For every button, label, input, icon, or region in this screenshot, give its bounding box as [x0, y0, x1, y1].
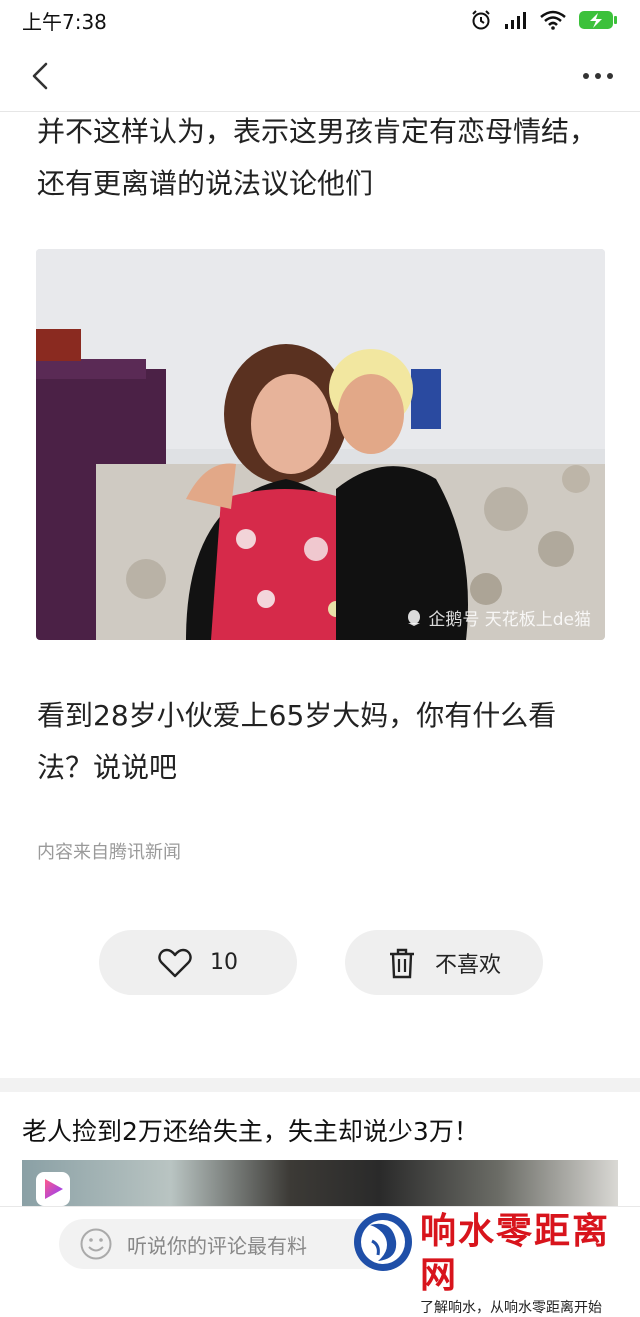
trash-icon — [389, 948, 414, 978]
article-paragraph-1: 并不这样认为，表示这男孩肯定有恋母情结，还有更离谱的说法议论他们 — [37, 115, 598, 200]
photo-watermark-text: 企鹅号 天花板上de猫 — [428, 610, 591, 630]
back-arrow-icon[interactable] — [22, 56, 58, 96]
section-divider — [0, 1078, 640, 1092]
photo-illustration — [36, 249, 605, 640]
comment-bar: 听说你的评论最有料 响水零距离网 了解响水，从响水零距离开始 — [0, 1206, 640, 1316]
more-options-icon[interactable] — [578, 62, 618, 90]
dislike-button[interactable]: 不喜欢 — [345, 930, 543, 995]
article-photo: 企鹅号 天花板上de猫 — [36, 249, 605, 640]
alarm-icon — [472, 10, 490, 30]
battery-charging-icon — [579, 11, 617, 29]
article-source: 内容来自腾讯新闻 — [37, 842, 181, 863]
dislike-label: 不喜欢 — [434, 952, 501, 978]
penguin-icon — [408, 609, 421, 626]
like-button[interactable]: 10 — [99, 930, 297, 995]
nav-bar — [0, 40, 640, 112]
signal-icon — [505, 12, 526, 29]
brand-logo — [354, 1213, 412, 1271]
brand-text: 响水零距离网 了解响水，从响水零距离开始 — [420, 1209, 634, 1317]
comment-placeholder: 听说你的评论最有料 — [127, 1233, 307, 1258]
heart-icon — [158, 948, 192, 977]
comment-input[interactable]: 听说你的评论最有料 — [59, 1219, 389, 1269]
recommendation-title[interactable]: 老人捡到2万还给失主，失主却说少3万！ — [22, 1112, 479, 1148]
wifi-icon — [540, 10, 566, 30]
article-paragraph-2: 看到28岁小伙爱上65岁大妈，你有什么看法？说说吧 — [37, 699, 557, 784]
status-time: 上午7:38 — [22, 9, 107, 34]
emoji-icon[interactable] — [79, 1227, 113, 1261]
status-bar: 上午7:38 — [0, 0, 640, 40]
brand-name: 响水零距离网 — [420, 1210, 611, 1296]
like-count: 10 — [210, 950, 238, 975]
video-play-icon — [36, 1172, 70, 1206]
brand-slogan: 了解响水，从响水零距离开始 — [420, 1300, 602, 1316]
status-icons — [470, 9, 618, 31]
photo-watermark: 企鹅号 天花板上de猫 — [406, 605, 591, 630]
